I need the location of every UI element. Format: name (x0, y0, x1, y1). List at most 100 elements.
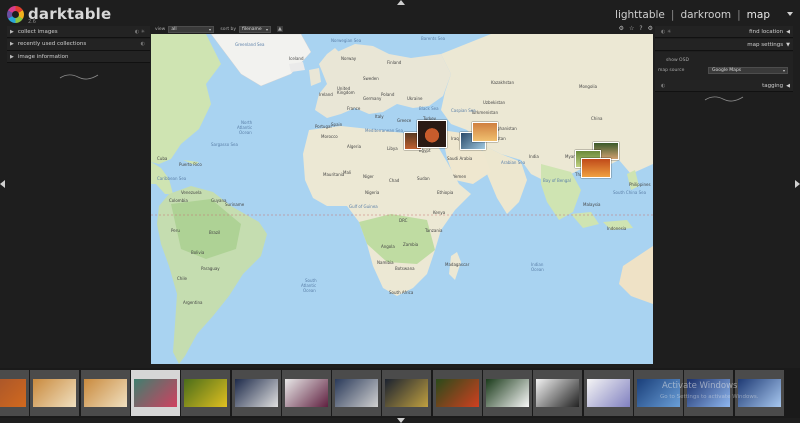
module-label: tagging (762, 82, 784, 89)
thumbnail-image (335, 379, 379, 407)
thumbnail-image (284, 379, 328, 407)
more-views-dropdown-icon[interactable] (787, 12, 793, 16)
frame-screenshot[interactable] (583, 370, 633, 416)
expand-triangle-icon: ▶ (10, 41, 14, 47)
svg-text:Black Sea: Black Sea (419, 106, 439, 111)
sort-direction-button[interactable]: ▲ (277, 26, 283, 32)
view-lighttable[interactable]: lighttable (615, 9, 665, 21)
svg-text:Barents Sea: Barents Sea (421, 36, 446, 41)
frame-panorama[interactable] (281, 370, 331, 416)
thumbnail-image (536, 379, 580, 407)
module-map-settings[interactable]: map settings ▼ (655, 39, 793, 51)
svg-text:Namibia: Namibia (377, 260, 394, 265)
svg-text:Kingdom: Kingdom (337, 90, 355, 95)
svg-text:Ethiopia: Ethiopia (437, 190, 454, 195)
module-recent-collections[interactable]: ▶ recently used collections ◐ (7, 38, 150, 51)
svg-text:Cuba: Cuba (157, 156, 168, 161)
svg-text:Norway: Norway (341, 56, 357, 61)
svg-text:Algeria: Algeria (347, 144, 362, 149)
frame-panel-1[interactable] (231, 370, 281, 416)
activate-windows-subtitle: Go to Settings to activate Windows. (660, 394, 759, 400)
module-collect-images[interactable]: ▶ collect images ◐ ✳ (7, 26, 150, 38)
svg-text:Tanzania: Tanzania (424, 228, 443, 233)
settings-icon[interactable]: ⚙ (648, 25, 653, 32)
show-osd-toggle[interactable]: show OSD (666, 56, 793, 65)
center-toolbar: view all sort by filename ▲ ⚙ ☆ ? ⚙ (155, 24, 653, 34)
svg-text:Germany: Germany (363, 96, 382, 101)
svg-text:Caribbean Sea: Caribbean Sea (157, 176, 187, 181)
map-image-marker[interactable] (417, 120, 447, 148)
frame-orange[interactable] (0, 370, 29, 416)
frame-lens[interactable] (533, 370, 583, 416)
map-settings-body: show OSD map source Google Maps (655, 52, 793, 80)
svg-text:Bay of Bengal: Bay of Bengal (543, 178, 571, 183)
thumbnail-image (83, 379, 127, 407)
svg-text:Gulf of Guinea: Gulf of Guinea (349, 204, 378, 209)
svg-text:Sargasso Sea: Sargasso Sea (211, 142, 238, 147)
svg-text:Niger: Niger (363, 174, 374, 179)
svg-text:Ocean: Ocean (303, 288, 316, 293)
thumbnail-image (234, 379, 278, 407)
world-map[interactable]: Iceland Sweden Finland Norway United King… (151, 34, 653, 364)
view-darkroom[interactable]: darkroom (680, 9, 731, 21)
svg-text:Yemen: Yemen (452, 174, 467, 179)
module-image-information[interactable]: ▶ image information (7, 51, 150, 63)
svg-text:Mediterranean Sea: Mediterranean Sea (365, 128, 404, 133)
view-map[interactable]: map (747, 9, 770, 21)
thumbnail-image (435, 379, 479, 407)
filmstrip[interactable] (0, 368, 800, 418)
thumbnail-image (0, 379, 26, 407)
map-image-marker[interactable] (472, 122, 498, 142)
frame-child[interactable] (130, 370, 180, 416)
frame-blue-2[interactable] (684, 370, 734, 416)
thumbnail-image (737, 379, 781, 407)
view-switcher: lighttable | darkroom | map (615, 9, 770, 21)
frame-daisy[interactable] (483, 370, 532, 416)
panel-ornament (704, 96, 744, 102)
svg-text:Angola: Angola (381, 244, 395, 249)
star-icon[interactable]: ☆ (629, 25, 634, 32)
module-icons[interactable]: ◐ ✳ (661, 29, 671, 35)
left-panel-toggle[interactable] (0, 180, 5, 188)
svg-text:Chile: Chile (177, 276, 188, 281)
map-source-row: map source Google Maps (658, 65, 793, 75)
svg-text:DRC: DRC (399, 218, 408, 223)
frame-blue-1[interactable] (633, 370, 683, 416)
activate-windows-watermark: Activate Windows (662, 381, 738, 391)
module-find-location[interactable]: ◐ ✳ find location ◀ (655, 26, 793, 38)
view-separator: | (670, 9, 675, 21)
frame-blue-3[interactable] (734, 370, 784, 416)
view-filter-select[interactable]: all (168, 25, 215, 33)
thumbnail-image (586, 379, 630, 407)
bottom-panel-toggle[interactable] (397, 418, 405, 423)
help-icon[interactable]: ? (639, 25, 642, 32)
svg-text:Sweden: Sweden (363, 76, 379, 81)
frame-dog-2[interactable] (80, 370, 130, 416)
left-panel: ▶ collect images ◐ ✳ ▶ recently used col… (7, 26, 150, 64)
svg-text:Sudan: Sudan (417, 176, 430, 181)
top-panel-toggle[interactable] (397, 0, 405, 5)
thumbnail-image (385, 379, 429, 407)
right-panel-toggle[interactable] (795, 180, 800, 188)
svg-text:India: India (529, 154, 539, 159)
module-tagging[interactable]: ◐ tagging ◀ (655, 80, 793, 92)
svg-text:Bolivia: Bolivia (191, 250, 205, 255)
svg-text:Greenland Sea: Greenland Sea (235, 42, 265, 47)
toolbar-icons: ⚙ ☆ ? ⚙ (619, 25, 653, 32)
map-image-marker[interactable] (581, 158, 611, 178)
frame-yellow-flower[interactable] (181, 370, 231, 416)
svg-text:Nigeria: Nigeria (365, 190, 380, 195)
frame-night[interactable] (382, 370, 432, 416)
gear-icon[interactable]: ⚙ (619, 25, 624, 32)
module-icons[interactable]: ◐ ✳ (135, 29, 145, 35)
svg-text:France: France (347, 106, 361, 111)
svg-text:Suriname: Suriname (225, 202, 245, 207)
sort-select[interactable]: filename (239, 25, 272, 33)
map-source-select[interactable]: Google Maps (708, 66, 788, 74)
frame-panel-2[interactable] (332, 370, 382, 416)
svg-text:Saudi Arabia: Saudi Arabia (447, 156, 473, 161)
svg-text:Ocean: Ocean (531, 267, 544, 272)
frame-flowers[interactable] (432, 370, 482, 416)
module-icons[interactable]: ◐ (141, 41, 145, 47)
frame-dog-1[interactable] (30, 370, 80, 416)
